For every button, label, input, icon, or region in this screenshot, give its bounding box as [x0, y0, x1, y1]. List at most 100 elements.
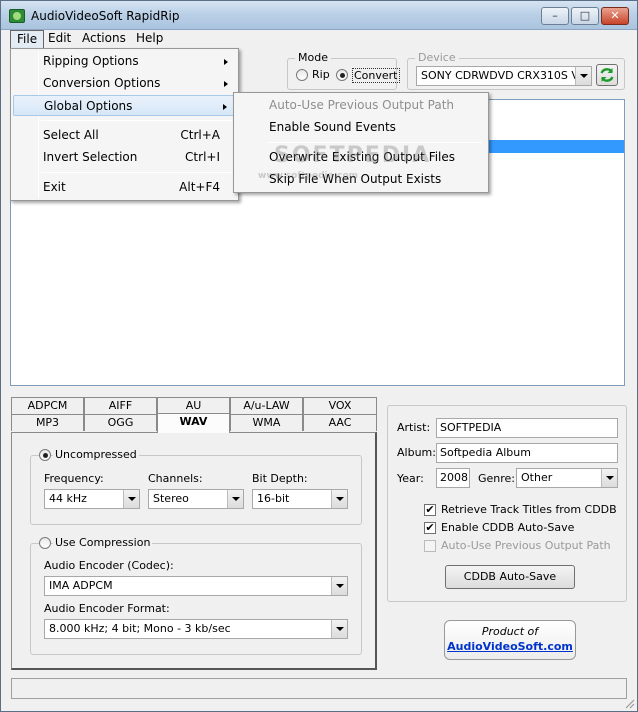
product-line: Product of — [481, 625, 539, 638]
menu-separator — [41, 120, 234, 121]
tab-vox[interactable]: VOX — [303, 397, 377, 414]
convert-radio[interactable] — [336, 69, 348, 81]
menu-item-label: Invert Selection — [43, 150, 138, 164]
device-dropdown-arrow — [575, 67, 591, 85]
bitdepth-label: Bit Depth: — [252, 472, 308, 485]
menu-item-shortcut: Alt+F4 — [179, 180, 220, 194]
channels-select[interactable]: Stereo — [148, 489, 244, 509]
device-group: Device SONY CDRWDVD CRX310S VDK2 — [407, 51, 625, 90]
tab-mp3[interactable]: MP3 — [11, 414, 84, 431]
cddb-panel: Artist: SOFTPEDIA Album: Softpedia Album… — [387, 405, 627, 602]
cddb-autosave-checkbox[interactable]: ✔ — [424, 522, 436, 534]
mode-group-title: Mode — [295, 51, 331, 64]
menu-item-select-all[interactable]: Select All Ctrl+A — [13, 125, 236, 146]
submenu-item-auto-use-path[interactable]: Auto-Use Previous Output Path — [236, 95, 486, 116]
encoder-dropdown-arrow — [331, 577, 347, 595]
tab-aac[interactable]: AAC — [303, 414, 377, 431]
encoder-label: Audio Encoder (Codec): — [44, 559, 174, 572]
tab-wma[interactable]: WMA — [230, 414, 303, 431]
main-window: AudioVideoSoft RapidRip – □ ✕ File Edit … — [0, 0, 638, 712]
encoder-select[interactable]: IMA ADPCM — [44, 576, 348, 596]
product-website-link[interactable]: AudioVideoSoft.com — [445, 640, 575, 653]
bitdepth-dropdown-arrow — [331, 490, 347, 508]
menu-item-ripping-options[interactable]: Ripping Options — [13, 51, 236, 72]
tab-au[interactable]: AU — [157, 397, 230, 414]
format-value: 8.000 kHz; 4 bit; Mono - 3 kb/sec — [49, 622, 231, 635]
bitdepth-value: 16-bit — [257, 492, 290, 505]
menu-bar: File Edit Actions Help — [1, 30, 637, 49]
tab-ogg[interactable]: OGG — [84, 414, 157, 431]
menu-help[interactable]: Help — [130, 30, 169, 49]
refresh-button[interactable] — [596, 64, 618, 86]
refresh-icon — [600, 68, 614, 82]
watermark-text: SOFTPEDIA — [274, 143, 432, 168]
menu-item-shortcut: Ctrl+I — [185, 150, 220, 164]
tab-a-u-law[interactable]: A/u-LAW — [230, 397, 303, 414]
mode-group: Mode Rip Convert — [287, 51, 400, 90]
menu-item-conversion-options[interactable]: Conversion Options — [13, 73, 236, 94]
title-bar[interactable]: AudioVideoSoft RapidRip – □ ✕ — [1, 1, 637, 30]
artist-label: Artist: — [397, 421, 431, 434]
device-select[interactable]: SONY CDRWDVD CRX310S VDK2 — [416, 66, 592, 86]
auto-use-path-checkbox[interactable] — [424, 540, 436, 552]
year-input[interactable]: 2008 — [436, 468, 470, 488]
compression-radio[interactable] — [39, 537, 51, 549]
tab-adpcm[interactable]: ADPCM — [11, 397, 84, 414]
menu-item-shortcut: Ctrl+A — [180, 128, 220, 142]
year-label: Year: — [397, 472, 424, 485]
retrieve-titles-label: Retrieve Track Titles from CDDB — [441, 503, 617, 516]
frequency-select[interactable]: 44 kHz — [44, 489, 140, 509]
menu-item-exit[interactable]: Exit Alt+F4 — [13, 177, 236, 198]
channels-label: Channels: — [148, 472, 203, 485]
menu-separator — [41, 172, 234, 173]
menu-item-label: Ripping Options — [43, 54, 139, 68]
global-options-submenu: Auto-Use Previous Output Path Enable Sou… — [233, 92, 489, 193]
genre-value: Other — [521, 471, 553, 484]
rip-radio[interactable] — [296, 69, 308, 81]
artist-input[interactable]: SOFTPEDIA — [436, 418, 618, 438]
format-select[interactable]: 8.000 kHz; 4 bit; Mono - 3 kb/sec — [44, 619, 348, 639]
format-dropdown-arrow — [331, 620, 347, 638]
minimize-button[interactable]: – — [541, 7, 569, 25]
auto-use-path-label: Auto-Use Previous Output Path — [441, 539, 611, 552]
menu-item-label: Global Options — [44, 99, 133, 113]
cddb-autosave-label: Enable CDDB Auto-Save — [441, 521, 575, 534]
tab-aiff[interactable]: AIFF — [84, 397, 157, 414]
channels-value: Stereo — [153, 492, 189, 505]
status-bar — [11, 678, 627, 699]
menu-item-global-options[interactable]: Global Options — [13, 95, 236, 116]
maximize-button[interactable]: □ — [571, 7, 599, 25]
submenu-arrow-icon — [224, 81, 228, 87]
window-title: AudioVideoSoft RapidRip — [31, 9, 180, 23]
compression-label: Use Compression — [53, 536, 153, 549]
cddb-autosave-button[interactable]: CDDB Auto-Save — [445, 565, 575, 589]
tab-wav[interactable]: WAV — [157, 413, 230, 433]
retrieve-titles-checkbox[interactable]: ✔ — [424, 504, 436, 516]
resize-grip-icon[interactable] — [623, 697, 635, 709]
menu-edit[interactable]: Edit — [42, 30, 77, 49]
encoder-value: IMA ADPCM — [49, 579, 113, 592]
genre-select[interactable]: Other — [516, 468, 618, 488]
menu-item-label: Exit — [43, 180, 66, 194]
genre-dropdown-arrow — [601, 469, 617, 487]
app-icon — [9, 9, 25, 23]
menu-item-label: Conversion Options — [43, 76, 161, 90]
menu-actions[interactable]: Actions — [76, 30, 132, 49]
menu-item-invert-selection[interactable]: Invert Selection Ctrl+I — [13, 147, 236, 168]
menu-item-label: Select All — [43, 128, 99, 142]
frequency-value: 44 kHz — [49, 492, 87, 505]
menu-file[interactable]: File — [10, 30, 45, 49]
submenu-item-sound-events[interactable]: Enable Sound Events — [236, 117, 486, 138]
bitdepth-select[interactable]: 16-bit — [252, 489, 348, 509]
device-value: SONY CDRWDVD CRX310S VDK2 — [421, 69, 592, 82]
watermark-url: www.softpedia.com — [258, 171, 359, 181]
product-link-box[interactable]: Product of AudioVideoSoft.com — [444, 620, 576, 660]
file-menu: Ripping Options Conversion Options Globa… — [10, 48, 239, 201]
selected-track-row[interactable] — [489, 140, 624, 153]
uncompressed-radio[interactable] — [39, 449, 51, 461]
frequency-label: Frequency: — [44, 472, 104, 485]
album-input[interactable]: Softpedia Album — [436, 443, 618, 463]
submenu-item-label: Auto-Use Previous Output Path — [269, 98, 455, 112]
device-group-title: Device — [415, 51, 459, 64]
close-button[interactable]: ✕ — [601, 7, 629, 25]
